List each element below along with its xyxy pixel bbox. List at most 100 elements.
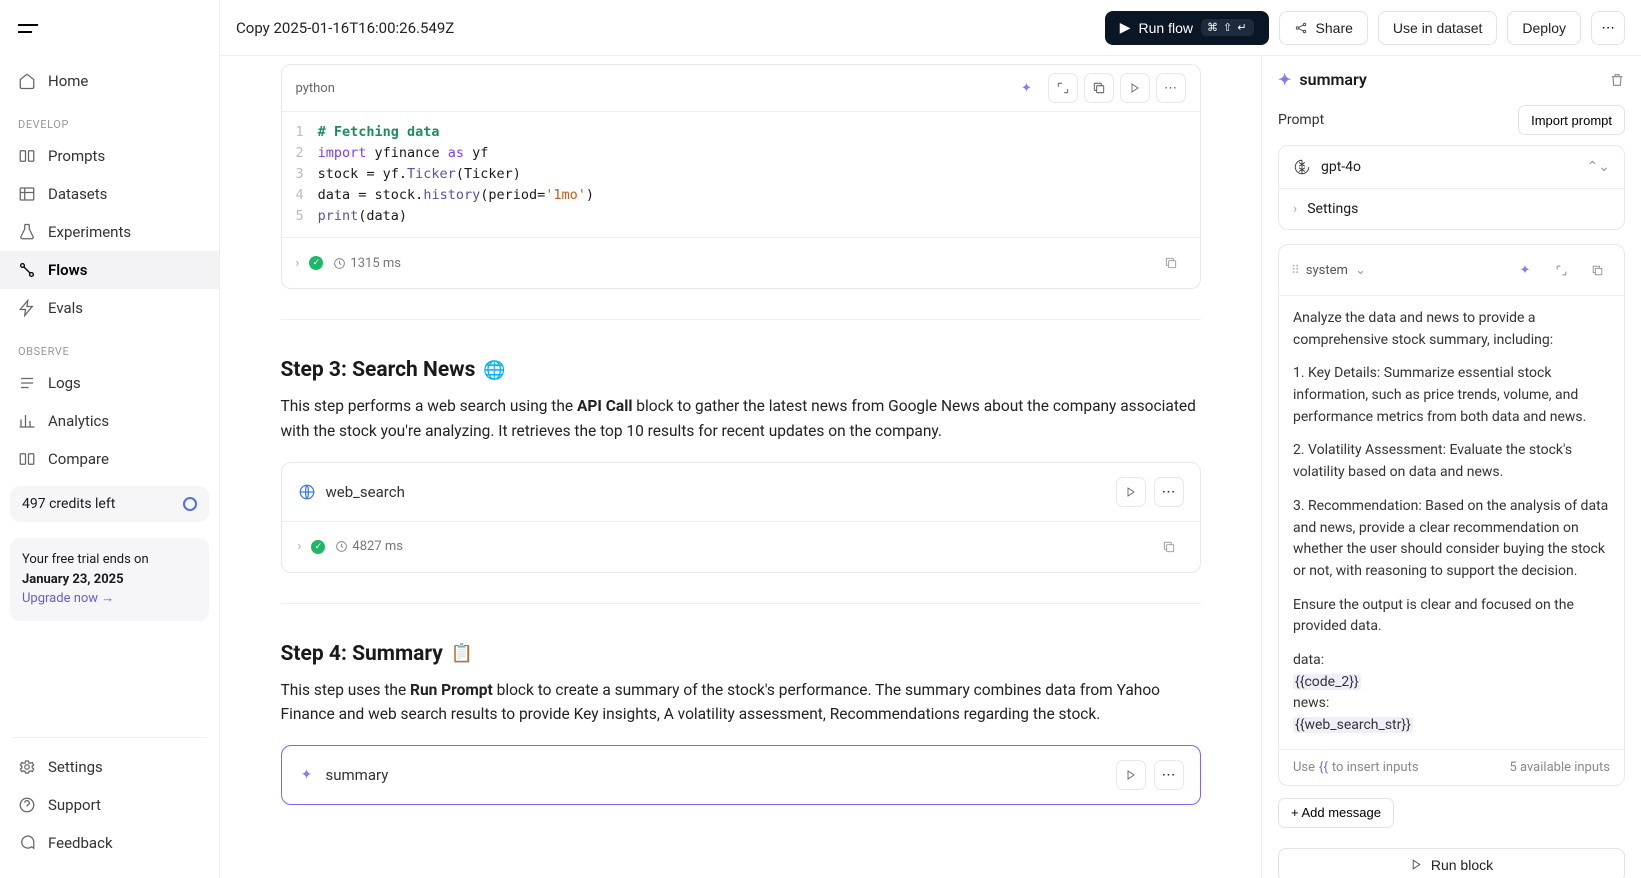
analytics-icon xyxy=(18,412,36,430)
trial-upgrade-link[interactable]: Upgrade now → xyxy=(22,589,197,609)
share-button[interactable]: Share xyxy=(1279,11,1368,45)
nav-compare-label: Compare xyxy=(48,450,109,468)
nav-prompts[interactable]: Prompts xyxy=(0,137,219,175)
sparkle-icon[interactable]: ✦ xyxy=(1012,73,1042,103)
status-success-icon xyxy=(309,256,323,270)
step3-description: This step performs a web search using th… xyxy=(281,394,1201,444)
web-search-name: web_search xyxy=(326,483,405,501)
compare-icon xyxy=(18,450,36,468)
more-button[interactable]: ⋯ xyxy=(1591,11,1625,45)
run-flow-button[interactable]: ▶ Run flow ⌘ ⇧ ↵ xyxy=(1105,11,1269,45)
flow-canvas[interactable]: python ✦ ⋯ 12345 xyxy=(220,56,1261,878)
divider xyxy=(281,319,1201,320)
drag-handle-icon[interactable]: ⠿ xyxy=(1291,263,1298,277)
nav-logs[interactable]: Logs xyxy=(0,364,219,402)
deploy-button[interactable]: Deploy xyxy=(1507,11,1581,45)
nav-feedback[interactable]: Feedback xyxy=(0,824,219,862)
code-more-button[interactable]: ⋯ xyxy=(1156,73,1186,103)
use-in-dataset-button[interactable]: Use in dataset xyxy=(1378,11,1498,45)
chevron-updown-icon: ⌃⌄ xyxy=(1587,159,1610,175)
code-lines: # Fetching data import yfinance as yf st… xyxy=(318,122,594,227)
step4-description: This step uses the Run Prompt block to c… xyxy=(281,678,1201,728)
right-panel: ✦ summary Prompt Import prompt gpt-4o ⌃⌄ xyxy=(1261,56,1641,878)
msg-expand-button[interactable] xyxy=(1546,255,1576,285)
gear-icon xyxy=(18,758,36,776)
datasets-icon xyxy=(18,185,36,203)
model-name: gpt-4o xyxy=(1321,159,1361,175)
evals-icon xyxy=(18,299,36,317)
nav-flows-label: Flows xyxy=(48,261,87,279)
run-block-button[interactable]: Run block xyxy=(1278,848,1625,878)
page-title: Copy 2025-01-16T16:00:26.549Z xyxy=(236,19,454,37)
delete-block-button[interactable] xyxy=(1609,72,1625,88)
nav-home[interactable]: Home xyxy=(0,62,219,100)
nav-prompts-label: Prompts xyxy=(48,147,105,165)
credits-ring-icon xyxy=(183,497,197,511)
globe-emoji-icon: 🌐 xyxy=(483,360,505,381)
nav-experiments-label: Experiments xyxy=(48,223,131,241)
credits-card[interactable]: 497 credits left xyxy=(10,486,209,522)
run-code-button[interactable] xyxy=(1120,73,1150,103)
run-web-search-button[interactable] xyxy=(1116,477,1146,507)
nav-evals[interactable]: Evals xyxy=(0,289,219,327)
code-gutter: 12345 xyxy=(296,122,318,227)
section-observe: OBSERVE xyxy=(0,327,219,364)
nav-datasets[interactable]: Datasets xyxy=(0,175,219,213)
summary-more-button[interactable]: ⋯ xyxy=(1154,760,1184,790)
settings-label: Settings xyxy=(1307,201,1358,217)
chevron-right-icon: › xyxy=(1293,201,1297,217)
experiments-icon xyxy=(18,223,36,241)
expand-websearch-output-button[interactable]: › xyxy=(298,539,302,554)
nav-support[interactable]: Support xyxy=(0,786,219,824)
copy-code-button[interactable] xyxy=(1084,73,1114,103)
rpanel-title: summary xyxy=(1299,70,1366,89)
expand-button[interactable] xyxy=(1048,73,1078,103)
add-message-button[interactable]: + Add message xyxy=(1278,798,1394,828)
summary-block[interactable]: ✦ summary ⋯ xyxy=(281,745,1201,805)
nav-analytics-label: Analytics xyxy=(48,412,109,430)
model-select-row[interactable]: gpt-4o ⌃⌄ xyxy=(1279,146,1624,189)
run-summary-button[interactable] xyxy=(1116,760,1146,790)
msg-copy-button[interactable] xyxy=(1582,255,1612,285)
chevron-down-icon: ⌄ xyxy=(1355,263,1366,278)
nav-settings[interactable]: Settings xyxy=(0,748,219,786)
settings-row[interactable]: › Settings xyxy=(1279,189,1624,229)
step4-heading: Step 4: Summary 📋 xyxy=(281,642,1201,666)
msg-sparkle-button[interactable]: ✦ xyxy=(1510,255,1540,285)
import-prompt-button[interactable]: Import prompt xyxy=(1518,105,1625,135)
flows-icon xyxy=(18,261,36,279)
prompts-icon xyxy=(18,147,36,165)
model-selector: gpt-4o ⌃⌄ › Settings xyxy=(1278,145,1625,230)
trial-line1: Your free trial ends on xyxy=(22,550,197,570)
share-icon xyxy=(1294,21,1308,35)
openai-icon xyxy=(1293,158,1311,176)
feedback-icon xyxy=(18,834,36,852)
more-icon: ⋯ xyxy=(1601,20,1614,36)
nav-analytics[interactable]: Analytics xyxy=(0,402,219,440)
credits-text: 497 credits left xyxy=(22,496,115,512)
nav-flows[interactable]: Flows xyxy=(0,251,219,289)
copy-websearch-output-button[interactable] xyxy=(1154,532,1184,562)
available-inputs-label[interactable]: 5 available inputs xyxy=(1509,760,1610,775)
nav-settings-label: Settings xyxy=(48,758,103,776)
role-select[interactable]: system ⌄ xyxy=(1306,263,1366,278)
home-icon xyxy=(18,72,36,90)
play-icon: ▶ xyxy=(1120,19,1131,36)
code-editor[interactable]: 12345 # Fetching data import yfinance as… xyxy=(282,112,1200,237)
nav-compare[interactable]: Compare xyxy=(0,440,219,478)
run-flow-label: Run flow xyxy=(1139,20,1193,36)
expand-output-button[interactable]: › xyxy=(296,256,300,271)
nav-feedback-label: Feedback xyxy=(48,834,113,852)
globe-icon xyxy=(298,483,316,501)
websearch-duration-label: 4827 ms xyxy=(335,539,403,554)
web-search-block[interactable]: web_search ⋯ › 4827 ms xyxy=(281,462,1201,573)
nav-experiments[interactable]: Experiments xyxy=(0,213,219,251)
copy-output-button[interactable] xyxy=(1156,248,1186,278)
divider xyxy=(281,603,1201,604)
trial-card: Your free trial ends on January 23, 2025… xyxy=(10,538,209,621)
message-body[interactable]: Analyze the data and news to provide a c… xyxy=(1279,296,1624,749)
logs-icon xyxy=(18,374,36,392)
web-search-more-button[interactable]: ⋯ xyxy=(1154,477,1184,507)
section-develop: DEVELOP xyxy=(0,100,219,137)
sparkle-icon: ✦ xyxy=(1278,70,1291,89)
